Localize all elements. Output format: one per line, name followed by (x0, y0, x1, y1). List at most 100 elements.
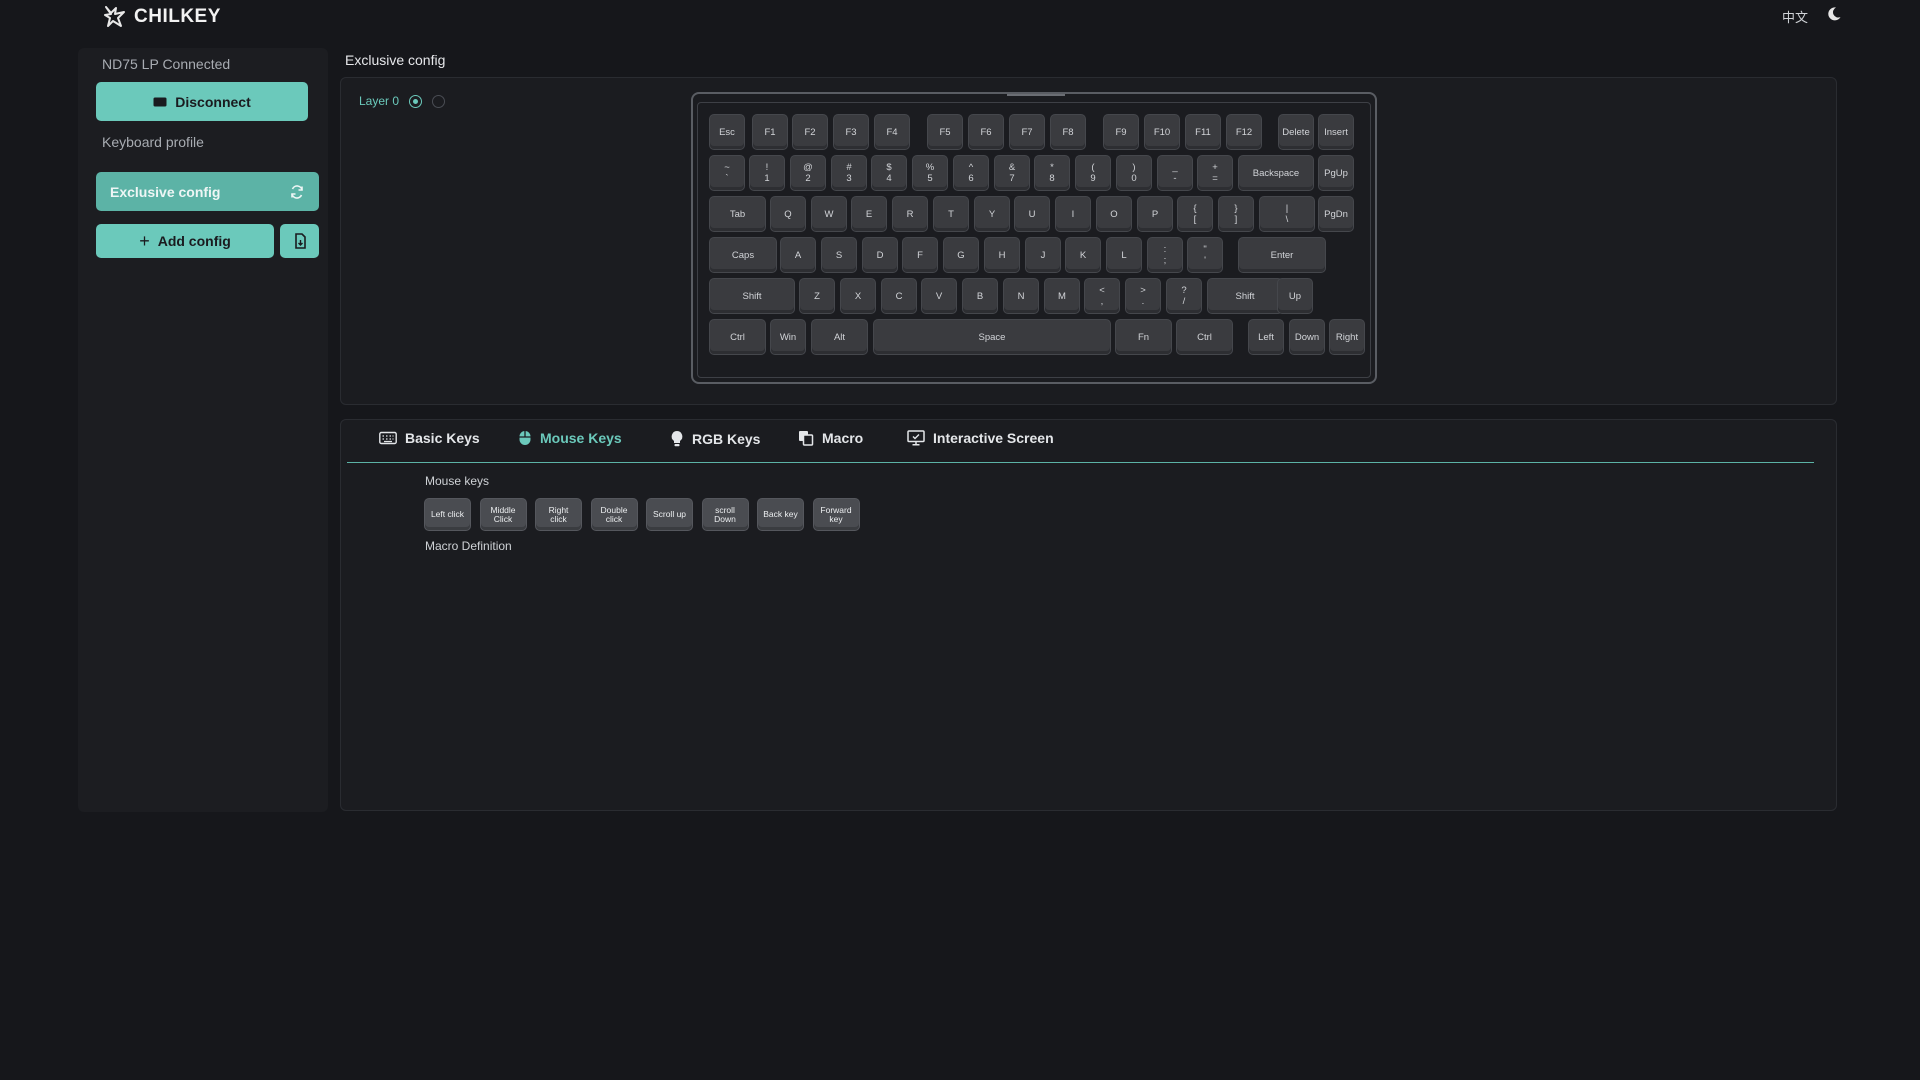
key[interactable]: Tab (710, 197, 765, 231)
mouse-key-button[interactable]: Forward key (813, 499, 859, 530)
key[interactable]: F11 (1186, 115, 1220, 149)
key[interactable]: Right (1330, 320, 1364, 354)
tab-mouse-keys[interactable]: Mouse Keys (518, 430, 622, 446)
key[interactable]: Win (771, 320, 805, 354)
mouse-key-button[interactable]: Middle Click (480, 499, 526, 530)
key[interactable]: Down (1290, 320, 1324, 354)
key[interactable]: @2 (791, 156, 825, 190)
key[interactable]: K (1066, 238, 1100, 272)
key[interactable]: F2 (793, 115, 827, 149)
key[interactable]: ! 1 (750, 156, 784, 190)
key[interactable]: Shift (1208, 279, 1282, 313)
disconnect-button[interactable]: Disconnect (96, 82, 308, 121)
mouse-key-button[interactable]: scroll Down (702, 499, 748, 530)
key[interactable]: :; (1148, 238, 1182, 272)
key[interactable]: | \ (1260, 197, 1314, 231)
moon-icon[interactable] (1826, 6, 1842, 22)
key[interactable]: Caps (710, 238, 776, 272)
key[interactable]: Alt (812, 320, 867, 354)
key[interactable]: F6 (969, 115, 1003, 149)
key[interactable]: X (841, 279, 875, 313)
key[interactable]: O (1097, 197, 1131, 231)
key[interactable]: Backspace (1239, 156, 1313, 190)
key[interactable]: Enter (1239, 238, 1325, 272)
key[interactable]: Ctrl (1177, 320, 1232, 354)
key[interactable]: C (882, 279, 916, 313)
tab-basic-keys[interactable]: Basic Keys (379, 430, 480, 446)
layer-radio-0[interactable] (409, 94, 423, 108)
refresh-icon[interactable] (289, 184, 305, 200)
key[interactable]: E (852, 197, 886, 231)
key[interactable]: Q (771, 197, 805, 231)
key[interactable]: R (893, 197, 927, 231)
key[interactable]: W (812, 197, 846, 231)
mouse-key-button[interactable]: Left click (425, 499, 470, 530)
key[interactable]: L (1107, 238, 1141, 272)
key[interactable]: ) 0 (1117, 156, 1151, 190)
mouse-key-button[interactable]: Back key (758, 499, 803, 530)
key[interactable]: Insert (1319, 115, 1353, 149)
key[interactable]: Left (1249, 320, 1283, 354)
import-config-button[interactable] (280, 224, 319, 258)
key[interactable]: (9 (1076, 156, 1110, 190)
key[interactable]: H (985, 238, 1019, 272)
key[interactable]: U (1015, 197, 1049, 231)
key[interactable]: Fn (1116, 320, 1171, 354)
key[interactable]: & 7 (995, 156, 1029, 190)
key[interactable]: V (922, 279, 956, 313)
key[interactable]: N (1004, 279, 1038, 313)
key[interactable]: F1 (753, 115, 787, 149)
key[interactable]: D (863, 238, 897, 272)
key[interactable]: F (903, 238, 937, 272)
key[interactable]: F9 (1104, 115, 1138, 149)
key[interactable]: % 5 (913, 156, 947, 190)
key[interactable]: $4 (872, 156, 906, 190)
key[interactable]: F10 (1145, 115, 1179, 149)
mouse-key-button[interactable]: Scroll up (647, 499, 692, 530)
key[interactable]: _ - (1158, 156, 1192, 190)
key[interactable]: ~ ` (710, 156, 744, 190)
key[interactable]: + = (1198, 156, 1232, 190)
key[interactable]: PgDn (1319, 197, 1353, 231)
tab-macro[interactable]: Macro (798, 430, 863, 446)
mouse-key-button[interactable]: Double click (591, 499, 637, 530)
key[interactable]: Y (975, 197, 1009, 231)
key[interactable]: Z (800, 279, 834, 313)
key[interactable]: F4 (875, 115, 909, 149)
key[interactable]: " ' (1188, 238, 1222, 272)
key[interactable]: * 8 (1035, 156, 1069, 190)
key[interactable]: Shift (710, 279, 794, 313)
key[interactable]: #3 (832, 156, 866, 190)
key[interactable]: T (934, 197, 968, 231)
tab-interactive-screen[interactable]: Interactive Screen (907, 430, 1054, 446)
layer-radio-1[interactable] (432, 94, 446, 108)
tab-rgb-keys[interactable]: RGB Keys (670, 430, 760, 448)
key[interactable]: ^ 6 (954, 156, 988, 190)
key[interactable]: F8 (1051, 115, 1085, 149)
key[interactable]: }] (1219, 197, 1253, 231)
key[interactable]: M (1045, 279, 1079, 313)
add-config-button[interactable]: + Add config (96, 224, 274, 258)
key[interactable]: J (1026, 238, 1060, 272)
key[interactable]: PgUp (1319, 156, 1353, 190)
key[interactable]: F7 (1010, 115, 1044, 149)
key[interactable]: G (944, 238, 978, 272)
key[interactable]: A (781, 238, 815, 272)
key[interactable]: Esc (710, 115, 744, 149)
mouse-key-button[interactable]: Right click (536, 499, 581, 530)
key[interactable]: >. (1126, 279, 1160, 313)
key[interactable]: F3 (834, 115, 868, 149)
key[interactable]: Space (874, 320, 1110, 354)
key[interactable]: I (1056, 197, 1090, 231)
key[interactable]: F5 (928, 115, 962, 149)
key[interactable]: {[ (1178, 197, 1212, 231)
key[interactable]: Up (1278, 279, 1312, 313)
key[interactable]: S (822, 238, 856, 272)
config-item-exclusive[interactable]: Exclusive config (96, 172, 319, 211)
key[interactable]: F12 (1227, 115, 1261, 149)
language-toggle[interactable]: 中文 (1782, 7, 1808, 26)
key[interactable]: Delete (1279, 115, 1313, 149)
key[interactable]: B (963, 279, 997, 313)
key[interactable]: Ctrl (710, 320, 765, 354)
key[interactable]: ? / (1167, 279, 1201, 313)
